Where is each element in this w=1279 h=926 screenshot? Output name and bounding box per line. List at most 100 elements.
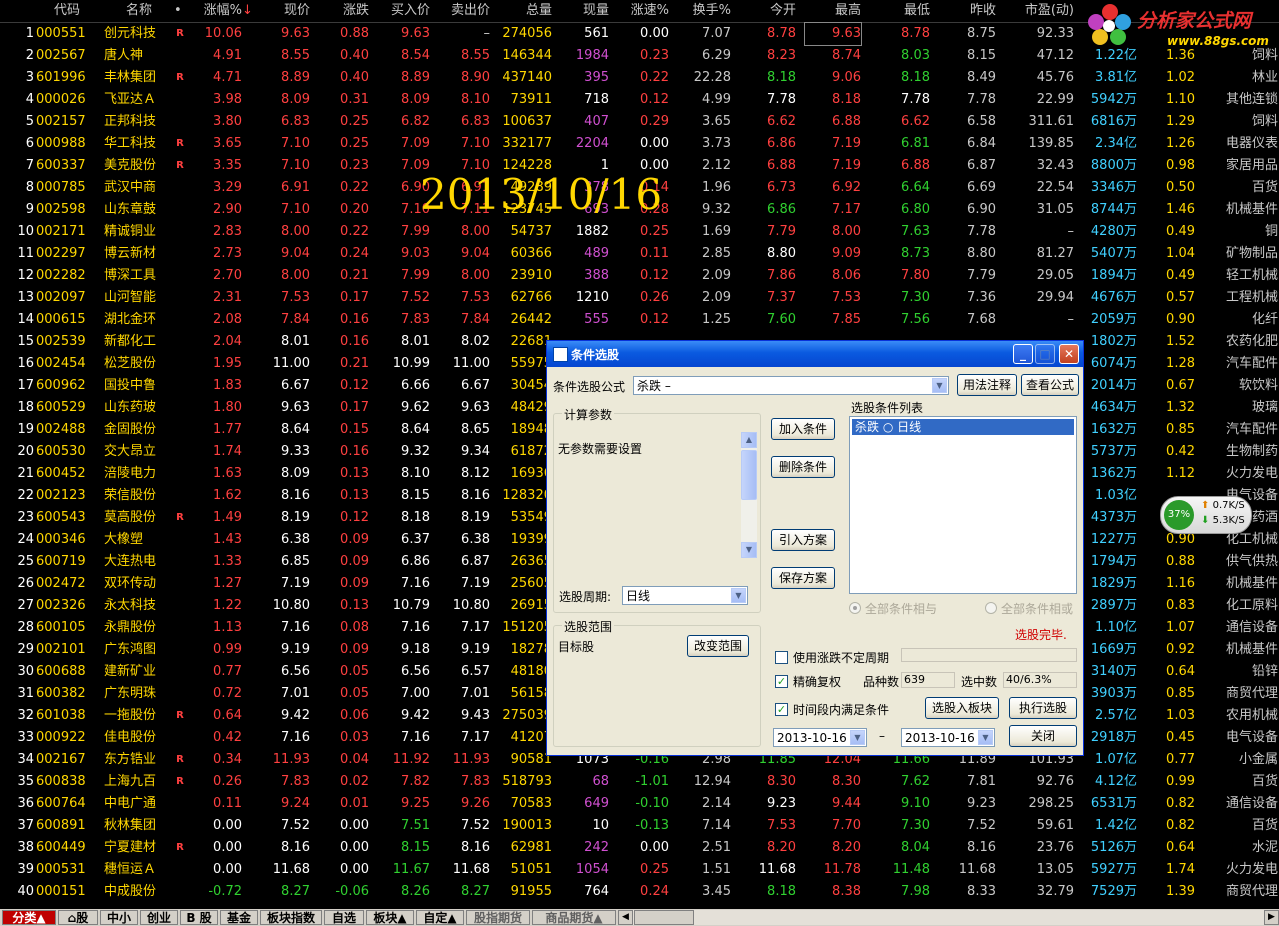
col-header-change-pct[interactable]: 涨幅% [186, 0, 242, 22]
prev-close: 6.87 [967, 158, 996, 173]
col-header-low[interactable]: 最低 [872, 0, 930, 22]
tab-b-shares[interactable]: B 股 [180, 910, 218, 925]
period-select[interactable]: 日线 ▼ [622, 586, 748, 605]
close-button[interactable]: 关闭 [1009, 725, 1077, 747]
table-row[interactable]: 36 600764 中电广通 0.11 9.24 0.01 9.25 9.26 70583 649… [0, 793, 1279, 815]
close-icon[interactable]: ✕ [1059, 344, 1079, 364]
prev-close: 8.75 [967, 26, 996, 41]
chevron-down-icon[interactable]: ▼ [850, 730, 865, 745]
col-header-row-index[interactable] [0, 0, 34, 22]
col-header-last-volume[interactable]: 现量 [555, 0, 609, 22]
col-header-ask-price[interactable]: 卖出价 [434, 0, 490, 22]
range-group-title: 选股范围 [562, 618, 615, 635]
change-range-button[interactable]: 改变范围 [687, 635, 749, 657]
add-to-block-button[interactable]: 选股入板块 [925, 697, 999, 719]
import-plan-button[interactable]: 引入方案 [771, 529, 835, 551]
table-row[interactable]: 7 600337 美克股份 R 3.35 7.10 0.23 7.09 7.10 124228 1 0… [0, 155, 1279, 177]
params-scrollbar[interactable]: ▲ ▼ [741, 432, 757, 558]
tab-funds[interactable]: 基金 [220, 910, 258, 925]
tab-sector-index[interactable]: 板块指数 [260, 910, 322, 925]
last-price: 9.33 [281, 444, 310, 459]
condition-list[interactable]: 杀跌 ○ 日线 [849, 416, 1077, 594]
table-row[interactable]: 4 000026 飞亚达Ａ 3.98 8.09 0.31 8.09 8.10 73911 718 0… [0, 89, 1279, 111]
time-range-checkbox[interactable]: ✓ [775, 703, 788, 716]
table-row[interactable]: 6 000988 华工科技 R 3.65 7.10 0.25 7.09 7.10 332177 22… [0, 133, 1279, 155]
change: -0.06 [335, 884, 369, 899]
col-header-bid-price[interactable]: 买入价 [374, 0, 430, 22]
date-to-picker[interactable]: 2013-10-16 ▼ [901, 728, 995, 747]
tab-sme[interactable]: 中小 [100, 910, 138, 925]
condition-list-item[interactable]: 杀跌 ○ 日线 [852, 419, 1074, 435]
chevron-down-icon[interactable]: ▼ [978, 730, 993, 745]
table-row[interactable]: 14 000615 湖北金环 2.08 7.84 0.16 7.83 7.84 26442 555… [0, 309, 1279, 331]
params-scroll-thumb[interactable] [741, 450, 757, 500]
col-header-volume[interactable]: 总量 [494, 0, 552, 22]
stock-code: 600891 [36, 818, 86, 833]
scroll-up-icon[interactable]: ▲ [741, 432, 757, 448]
table-row[interactable]: 35 600838 上海九百 R 0.26 7.83 0.02 7.82 7.83 518793 6… [0, 771, 1279, 793]
irregular-period-checkbox[interactable] [775, 651, 788, 664]
volume: 51051 [510, 862, 552, 877]
col-header-last-price[interactable]: 现价 [246, 0, 310, 22]
tab-a-shares[interactable]: ⌂股 [58, 910, 98, 925]
horizontal-scrollbar[interactable]: ◀ ▶ [618, 910, 1279, 925]
table-row[interactable]: 3 601996 丰林集团 R 4.71 8.89 0.40 8.89 8.90 437140 39… [0, 67, 1279, 89]
col-header-speed-pct[interactable]: 涨速% [613, 0, 669, 22]
tab-index-futures[interactable]: 股指期货 [466, 910, 530, 925]
chevron-down-icon[interactable]: ▼ [932, 378, 947, 393]
table-row[interactable]: 8 000785 武汉中商 3.29 6.91 0.22 6.90 6.91 49289 378 0… [0, 177, 1279, 199]
view-formula-button[interactable]: 查看公式 [1021, 374, 1079, 396]
speed-pct: 0.25 [640, 862, 669, 877]
table-row[interactable]: 37 600891 秋林集团 0.00 7.52 0.00 7.51 7.52 190013 10… [0, 815, 1279, 837]
col-header-change[interactable]: 涨跌 [315, 0, 369, 22]
date-from-picker[interactable]: 2013-10-16 ▼ [773, 728, 867, 747]
chevron-down-icon[interactable]: ▼ [731, 588, 746, 603]
table-row[interactable]: 5 002157 正邦科技 3.80 6.83 0.25 6.82 6.83 100637 407… [0, 111, 1279, 133]
table-row[interactable]: 38 600449 宁夏建材 R 0.00 8.16 0.00 8.15 8.16 62981 24… [0, 837, 1279, 859]
speed-pct: -0.13 [635, 818, 669, 833]
usage-note-button[interactable]: 用法注释 [957, 374, 1017, 396]
tab-category[interactable]: 分类▲ [2, 910, 56, 925]
delete-condition-button[interactable]: 删除条件 [771, 456, 835, 478]
minimize-icon[interactable]: _ [1013, 344, 1033, 364]
col-header-open[interactable]: 今开 [740, 0, 796, 22]
network-speed-widget[interactable]: 37% ⬆ 0.7K/S ⬇ 5.3K/S [1160, 496, 1252, 534]
scroll-right-icon[interactable]: ▶ [1264, 910, 1279, 925]
add-condition-button[interactable]: 加入条件 [771, 418, 835, 440]
scroll-thumb[interactable] [634, 910, 694, 925]
prev-close: 7.79 [967, 268, 996, 283]
bid-price: 7.16 [401, 576, 430, 591]
tab-commodity-futures[interactable]: 商品期货▲ [532, 910, 616, 925]
formula-select[interactable]: 杀跌 – ▼ [633, 376, 949, 395]
col-header-pe-ratio[interactable]: 市盈(动) [1004, 0, 1074, 22]
table-row[interactable]: 9 002598 山东章鼓 2.90 7.10 0.20 7.10 7.11 123745 693… [0, 199, 1279, 221]
table-row[interactable]: 12 002282 博深工具 2.70 8.00 0.21 7.99 8.00 23910 388… [0, 265, 1279, 287]
table-row[interactable]: 39 000531 穗恒运Ａ 0.00 11.68 0.00 11.67 11.68 51051… [0, 859, 1279, 881]
dialog-title-bar[interactable]: 条件选股 _ □ ✕ [547, 341, 1083, 367]
stock-code: 600382 [36, 686, 86, 701]
table-row[interactable]: 10 002171 精诚铜业 2.83 8.00 0.22 7.99 8.00 54737 188… [0, 221, 1279, 243]
col-header-stock-code[interactable]: 代码 [36, 0, 98, 22]
col-header-mark[interactable]: • [174, 0, 186, 22]
execute-screen-button[interactable]: 执行选股 [1009, 697, 1077, 719]
tab-gem[interactable]: 创业 [140, 910, 178, 925]
save-plan-button[interactable]: 保存方案 [771, 567, 835, 589]
tab-sectors[interactable]: 板块▲ [366, 910, 414, 925]
table-row[interactable]: 13 002097 山河智能 2.31 7.53 0.17 7.52 7.53 62766 121… [0, 287, 1279, 309]
table-row[interactable]: 11 002297 博云新材 2.73 9.04 0.24 9.03 9.04 60366 489… [0, 243, 1279, 265]
tab-watchlist[interactable]: 自选 [324, 910, 364, 925]
col-header-stock-name[interactable]: 名称 [104, 0, 174, 22]
tab-custom[interactable]: 自定▲ [416, 910, 464, 925]
exact-adjust-checkbox[interactable]: ✓ [775, 675, 788, 688]
table-row[interactable]: 40 000151 中成股份 -0.72 8.27 -0.06 8.26 8.27 91955 7… [0, 881, 1279, 903]
col-header-turnover-pct[interactable]: 换手% [673, 0, 731, 22]
scroll-left-icon[interactable]: ◀ [618, 910, 633, 925]
stock-name: 博深工具 [104, 268, 157, 283]
formula-value: 杀跌 – [637, 379, 671, 393]
stock-code: 002488 [36, 422, 86, 437]
col-header-high[interactable]: 最高 [805, 0, 861, 22]
mark [174, 881, 186, 903]
col-header-prev-close[interactable]: 昨收 [938, 0, 996, 22]
bid-price: 8.15 [401, 840, 430, 855]
scroll-down-icon[interactable]: ▼ [741, 542, 757, 558]
